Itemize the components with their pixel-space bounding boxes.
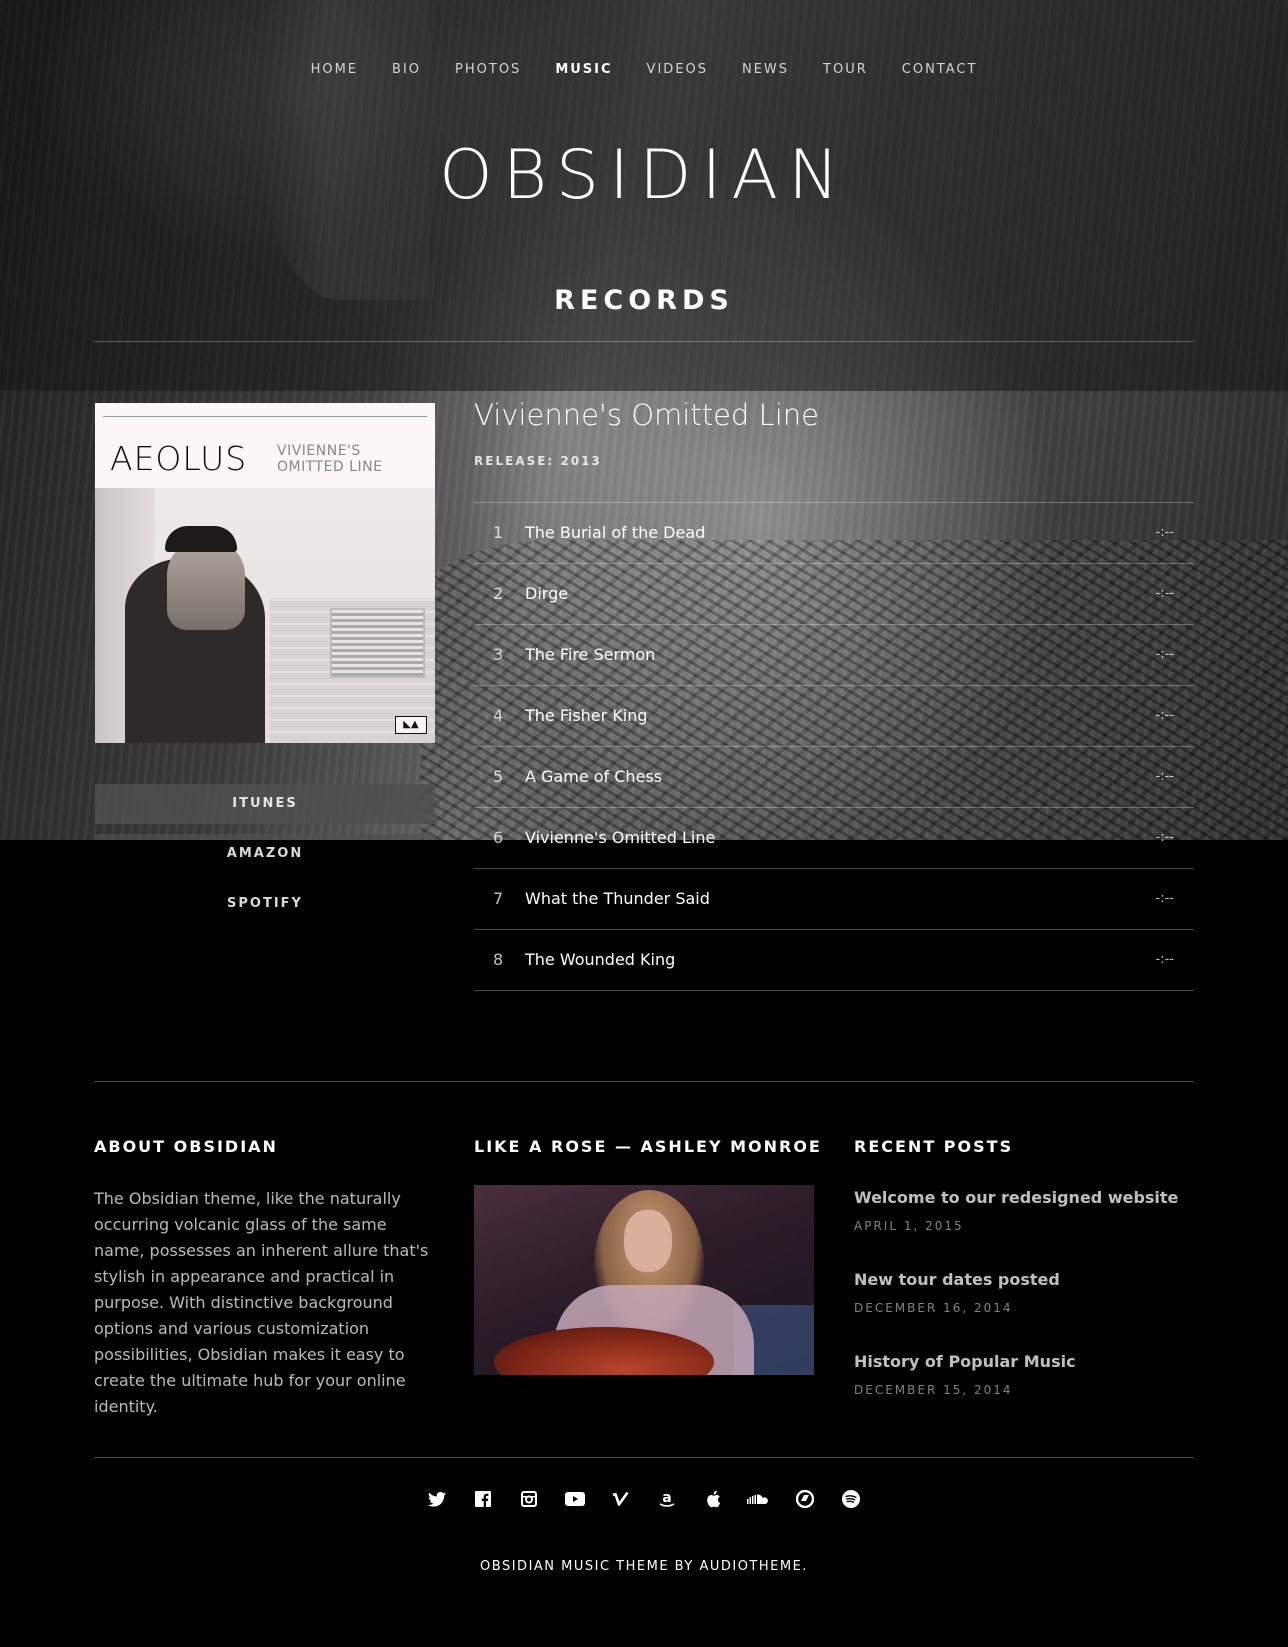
soundcloud-icon[interactable] [736, 1488, 782, 1510]
tracklist: 1 The Burial of the Dead -:-- 2 Dirge -:… [474, 502, 1194, 991]
track-title[interactable]: The Wounded King [525, 950, 675, 969]
track-number: 2 [493, 584, 504, 603]
album-cover: AEOLUS VIVIENNE'S OMITTED LINE ◣▲ [95, 403, 435, 743]
amazon-icon[interactable]: a [644, 1488, 690, 1510]
main-nav: HOME BIO PHOTOS MUSIC VIDEOS NEWS TOUR C… [0, 62, 1288, 78]
label-logo-icon: ◣▲ [395, 716, 427, 734]
track-number: 5 [493, 767, 504, 786]
track-row[interactable]: 4 The Fisher King -:-- [474, 686, 1194, 747]
about-widget-text: The Obsidian theme, like the naturally o… [94, 1189, 429, 1416]
nav-tour[interactable]: TOUR [823, 62, 868, 78]
nav-bio[interactable]: BIO [392, 62, 421, 78]
track-row[interactable]: 2 Dirge -:-- [474, 564, 1194, 625]
track-duration: -:-- [1155, 708, 1174, 723]
divider [94, 1081, 1194, 1082]
about-widget-title: ABOUT OBSIDIAN [94, 1137, 278, 1156]
social-links: a [0, 1488, 1288, 1510]
record-title: Vivienne's Omitted Line [474, 398, 819, 432]
nav-home[interactable]: HOME [311, 62, 358, 78]
cover-photo-window [330, 608, 425, 678]
video-thumbnail[interactable] [474, 1185, 814, 1375]
recent-posts-title: RECENT POSTS [854, 1137, 1014, 1156]
cover-photo [95, 488, 435, 743]
post-date: APRIL 1, 2015 [854, 1219, 964, 1233]
nav-contact[interactable]: CONTACT [902, 62, 978, 78]
track-row[interactable]: 1 The Burial of the Dead -:-- [474, 503, 1194, 564]
cover-photo-hair [167, 540, 245, 630]
track-row[interactable]: 6 Vivienne's Omitted Line -:-- [474, 808, 1194, 869]
divider [94, 1457, 1194, 1458]
facebook-icon[interactable] [460, 1488, 506, 1510]
track-row[interactable]: 5 A Game of Chess -:-- [474, 747, 1194, 808]
twitter-icon[interactable] [414, 1488, 460, 1510]
track-number: 7 [493, 889, 504, 908]
cover-subtitle-line2: OMITTED LINE [277, 459, 383, 475]
cover-photo-hat [165, 526, 237, 552]
post-date: DECEMBER 15, 2014 [854, 1383, 1013, 1397]
track-duration: -:-- [1155, 891, 1174, 906]
cover-title: AEOLUS [110, 439, 248, 478]
video-thumb-face [624, 1210, 672, 1272]
track-duration: -:-- [1155, 830, 1174, 845]
track-number: 6 [493, 828, 504, 847]
site-logo[interactable]: OBSIDIAN [0, 136, 1288, 216]
cover-subtitle-line1: VIVIENNE'S [277, 443, 361, 459]
cover-subtitle: VIVIENNE'S OMITTED LINE [277, 443, 382, 475]
post-date: DECEMBER 16, 2014 [854, 1301, 1013, 1315]
track-row[interactable]: 3 The Fire Sermon -:-- [474, 625, 1194, 686]
nav-photos[interactable]: PHOTOS [455, 62, 521, 78]
video-widget-title: LIKE A ROSE — ASHLEY MONROE [474, 1137, 822, 1156]
nav-news[interactable]: NEWS [742, 62, 789, 78]
nav-music[interactable]: MUSIC [555, 62, 612, 78]
spotify-icon[interactable] [828, 1488, 874, 1510]
track-duration: -:-- [1155, 769, 1174, 784]
divider [94, 341, 1194, 342]
bandcamp-icon[interactable] [782, 1488, 828, 1510]
track-number: 3 [493, 645, 504, 664]
track-row[interactable]: 8 The Wounded King -:-- [474, 930, 1194, 991]
apple-icon[interactable] [690, 1488, 736, 1510]
track-title[interactable]: The Burial of the Dead [525, 523, 705, 542]
youtube-icon[interactable] [552, 1488, 598, 1510]
post-title[interactable]: Welcome to our redesigned website [854, 1188, 1178, 1207]
spotify-button[interactable]: SPOTIFY [95, 884, 435, 924]
cover-rule [103, 416, 427, 417]
track-title[interactable]: The Fire Sermon [525, 645, 655, 664]
track-row[interactable]: 7 What the Thunder Said -:-- [474, 869, 1194, 930]
footer-credit[interactable]: OBSIDIAN MUSIC THEME BY AUDIOTHEME. [0, 1559, 1288, 1574]
post-title[interactable]: History of Popular Music [854, 1352, 1076, 1371]
track-title[interactable]: Vivienne's Omitted Line [525, 828, 715, 847]
svg-text:a: a [662, 1490, 671, 1506]
track-duration: -:-- [1155, 525, 1174, 540]
instagram-icon[interactable] [506, 1488, 552, 1510]
track-number: 4 [493, 706, 504, 725]
track-title[interactable]: Dirge [525, 584, 568, 603]
page-title: RECORDS [554, 285, 734, 316]
track-duration: -:-- [1155, 647, 1174, 662]
track-number: 1 [493, 523, 504, 542]
track-number: 8 [493, 950, 504, 969]
track-duration: -:-- [1155, 586, 1174, 601]
track-title[interactable]: The Fisher King [525, 706, 648, 725]
vimeo-icon[interactable] [598, 1488, 644, 1510]
itunes-button[interactable]: ITUNES [95, 784, 435, 824]
release-year: RELEASE: 2013 [474, 454, 602, 468]
track-title[interactable]: A Game of Chess [525, 767, 662, 786]
nav-videos[interactable]: VIDEOS [647, 62, 708, 78]
amazon-button[interactable]: AMAZON [95, 834, 435, 874]
track-title[interactable]: What the Thunder Said [525, 889, 710, 908]
track-duration: -:-- [1155, 952, 1174, 967]
post-title[interactable]: New tour dates posted [854, 1270, 1060, 1289]
